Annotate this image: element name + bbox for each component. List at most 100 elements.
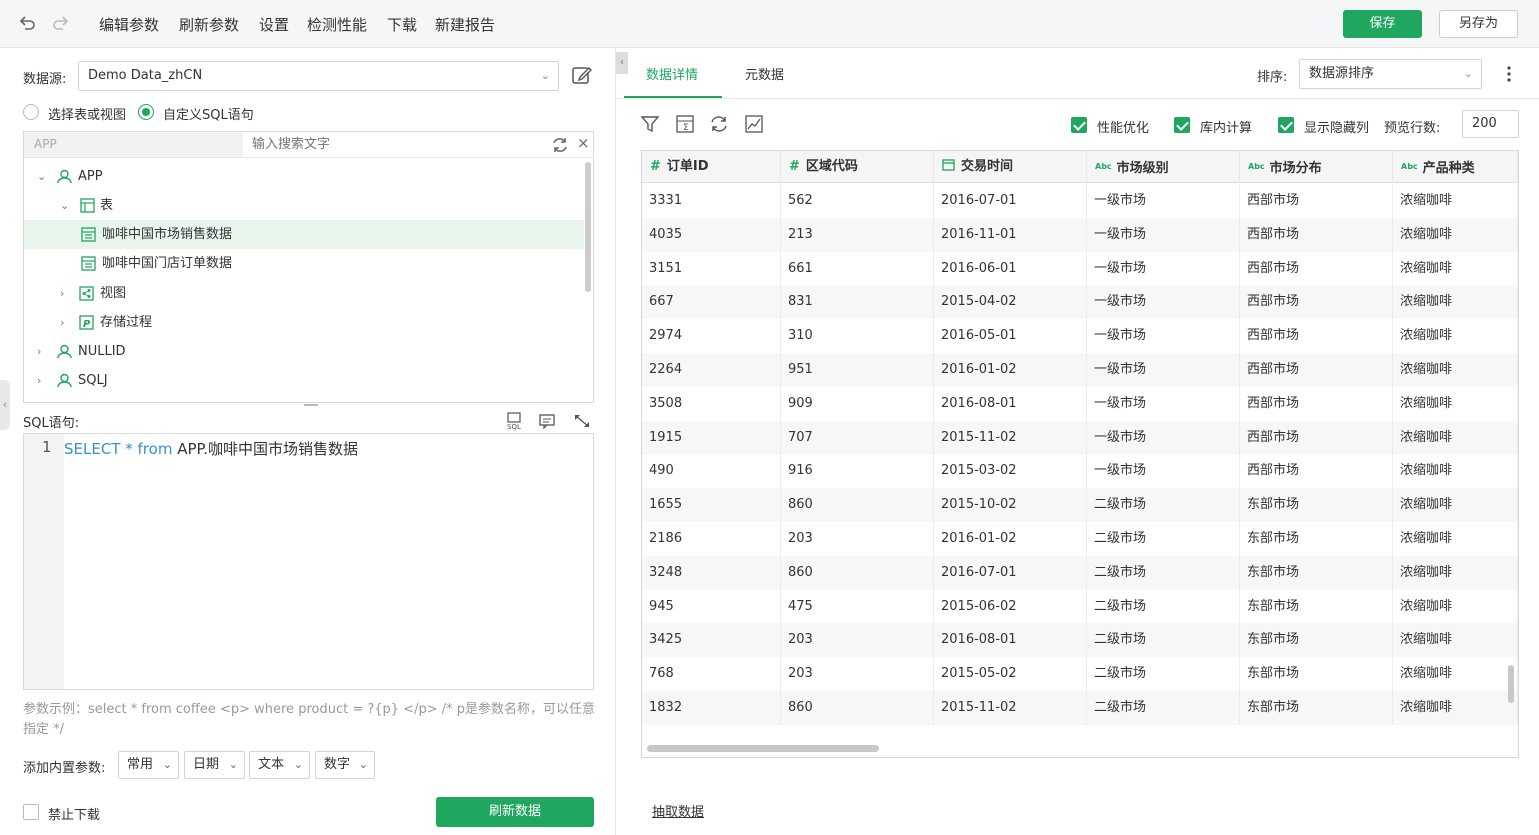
save-as-button[interactable]: 另存为 xyxy=(1439,10,1518,38)
table-row[interactable]: 1832 860 2015-11-02 二级市场 东部市场 浓缩咖啡 xyxy=(642,691,1518,725)
table-cell[interactable]: 二级市场 xyxy=(1087,623,1240,658)
table-cell[interactable]: 909 xyxy=(781,386,934,421)
table-cell[interactable]: 东部市场 xyxy=(1240,691,1393,725)
table-row[interactable]: 2264 951 2016-01-02 一级市场 西部市场 浓缩咖啡 xyxy=(642,353,1518,387)
chevron-down-icon[interactable]: ⌄ xyxy=(37,162,46,191)
table-cell[interactable]: 一级市场 xyxy=(1087,353,1240,387)
sql-editor[interactable]: 1 SELECT * from APP.咖啡中国市场销售数据 xyxy=(23,433,594,690)
redo-icon[interactable] xyxy=(50,13,72,35)
table-cell[interactable]: 2015-06-02 xyxy=(934,589,1087,624)
table-cell[interactable]: 2016-08-01 xyxy=(934,623,1087,658)
table-cell[interactable]: 667 xyxy=(642,285,781,320)
table-cell[interactable]: 2016-07-01 xyxy=(934,555,1087,590)
table-cell[interactable]: 2015-10-02 xyxy=(934,488,1087,523)
filter-icon[interactable] xyxy=(640,114,660,134)
table-row[interactable]: 4035 213 2016-11-01 一级市场 西部市场 浓缩咖啡 xyxy=(642,217,1518,252)
table-row[interactable]: 3151 661 2016-06-01 一级市场 西部市场 浓缩咖啡 xyxy=(642,251,1518,286)
table-cell[interactable]: 二级市场 xyxy=(1087,555,1240,590)
refresh-data-button[interactable]: 刷新数据 xyxy=(436,797,594,827)
refresh-icon[interactable] xyxy=(709,114,729,134)
table-cell[interactable]: 浓缩咖啡 xyxy=(1393,454,1518,489)
column-header[interactable]: Abc 市场分布 xyxy=(1240,151,1393,183)
table-cell[interactable]: 2015-11-02 xyxy=(934,691,1087,725)
column-header[interactable]: Abc 产品种类 xyxy=(1393,151,1518,183)
table-row[interactable]: 3248 860 2016-07-01 二级市场 东部市场 浓缩咖啡 xyxy=(642,555,1518,590)
table-cell[interactable]: 一级市场 xyxy=(1087,454,1240,489)
table-cell[interactable]: 2015-05-02 xyxy=(934,657,1087,692)
table-cell[interactable]: 2016-08-01 xyxy=(934,386,1087,421)
table-cell[interactable]: 西部市场 xyxy=(1240,285,1393,320)
menu-edit-params[interactable]: 编辑参数 xyxy=(99,14,159,35)
table-cell[interactable]: 2974 xyxy=(642,319,781,354)
table-cell[interactable]: 东部市场 xyxy=(1240,657,1393,692)
table-row[interactable]: 768 203 2015-05-02 二级市场 东部市场 浓缩咖啡 xyxy=(642,657,1518,692)
table-cell[interactable]: 二级市场 xyxy=(1087,488,1240,523)
table-cell[interactable]: 203 xyxy=(781,657,934,692)
table-row[interactable]: 1915 707 2015-11-02 一级市场 西部市场 浓缩咖啡 xyxy=(642,420,1518,455)
table-cell[interactable]: 二级市场 xyxy=(1087,691,1240,725)
vertical-scrollbar[interactable] xyxy=(1508,665,1514,703)
table-cell[interactable]: 3331 xyxy=(642,184,781,218)
table-cell[interactable]: 东部市场 xyxy=(1240,623,1393,658)
table-cell[interactable]: 2016-05-01 xyxy=(934,319,1087,354)
chevron-right-icon[interactable]: › xyxy=(60,279,64,308)
table-cell[interactable]: 东部市场 xyxy=(1240,555,1393,590)
table-row[interactable]: 2186 203 2016-01-02 二级市场 东部市场 浓缩咖啡 xyxy=(642,522,1518,556)
comment-icon[interactable] xyxy=(538,413,556,430)
table-cell[interactable]: 浓缩咖啡 xyxy=(1393,420,1518,455)
table-cell[interactable]: 203 xyxy=(781,522,934,556)
edit-datasource-icon[interactable] xyxy=(571,64,593,86)
tree-node-tables[interactable]: ⌄ 表 xyxy=(24,191,584,220)
menu-refresh-params[interactable]: 刷新参数 xyxy=(179,14,239,35)
table-cell[interactable]: 浓缩咖啡 xyxy=(1393,589,1518,624)
undo-icon[interactable] xyxy=(16,13,38,35)
expand-icon[interactable] xyxy=(573,413,591,429)
table-cell[interactable]: 浓缩咖啡 xyxy=(1393,217,1518,252)
table-cell[interactable]: 2016-11-01 xyxy=(934,217,1087,252)
table-cell[interactable]: 一级市场 xyxy=(1087,420,1240,455)
menu-settings[interactable]: 设置 xyxy=(259,14,289,35)
table-cell[interactable]: 东部市场 xyxy=(1240,488,1393,523)
table-row[interactable]: 1655 860 2015-10-02 二级市场 东部市场 浓缩咖啡 xyxy=(642,488,1518,523)
table-row[interactable]: 490 916 2015-03-02 一级市场 西部市场 浓缩咖啡 xyxy=(642,454,1518,489)
builtin-text-select[interactable]: 文本 ⌄ xyxy=(249,751,310,779)
table-cell[interactable]: 203 xyxy=(781,623,934,658)
table-row[interactable]: 3425 203 2016-08-01 二级市场 东部市场 浓缩咖啡 xyxy=(642,623,1518,658)
tab-metadata[interactable]: 元数据 xyxy=(745,64,784,83)
table-cell[interactable]: 西部市场 xyxy=(1240,454,1393,489)
chevron-right-icon[interactable]: › xyxy=(37,337,41,366)
table-cell[interactable]: 1915 xyxy=(642,420,781,455)
table-cell[interactable]: 一级市场 xyxy=(1087,386,1240,421)
tree-node-app[interactable]: ⌄ APP xyxy=(24,162,584,191)
table-cell[interactable]: 951 xyxy=(781,353,934,387)
table-cell[interactable]: 浓缩咖啡 xyxy=(1393,623,1518,658)
datasource-select[interactable]: Demo Data_zhCN ⌄ xyxy=(78,61,559,91)
table-cell[interactable]: 西部市场 xyxy=(1240,386,1393,421)
chevron-right-icon[interactable]: › xyxy=(60,308,64,337)
table-cell[interactable]: 浓缩咖啡 xyxy=(1393,184,1518,218)
table-row[interactable]: 945 475 2015-06-02 二级市场 东部市场 浓缩咖啡 xyxy=(642,589,1518,624)
tree-node-procedures[interactable]: › P 存储过程 xyxy=(24,308,584,337)
menu-new-report[interactable]: 新建报告 xyxy=(435,14,495,35)
table-cell[interactable]: 2015-04-02 xyxy=(934,285,1087,320)
table-cell[interactable]: 3508 xyxy=(642,386,781,421)
table-cell[interactable]: 2015-03-02 xyxy=(934,454,1087,489)
refresh-icon[interactable] xyxy=(551,136,569,154)
table-cell[interactable]: 945 xyxy=(642,589,781,624)
table-cell[interactable]: 西部市场 xyxy=(1240,420,1393,455)
table-cell[interactable]: 一级市场 xyxy=(1087,251,1240,286)
table-cell[interactable]: 浓缩咖啡 xyxy=(1393,522,1518,556)
builtin-date-select[interactable]: 日期 ⌄ xyxy=(184,751,245,779)
chart-preview-icon[interactable] xyxy=(744,114,764,134)
table-cell[interactable]: 860 xyxy=(781,555,934,590)
table-cell[interactable]: 二级市场 xyxy=(1087,657,1240,692)
table-cell[interactable]: 831 xyxy=(781,285,934,320)
table-cell[interactable]: 浓缩咖啡 xyxy=(1393,251,1518,286)
table-cell[interactable]: 一级市场 xyxy=(1087,184,1240,218)
table-cell[interactable]: 浓缩咖啡 xyxy=(1393,353,1518,387)
tree-search-input[interactable] xyxy=(252,132,532,157)
tree-node-sqlj[interactable]: › SQLJ xyxy=(24,366,584,395)
tree-scrollbar[interactable] xyxy=(585,162,591,292)
tree-node-nullid[interactable]: › NULLID xyxy=(24,337,584,366)
table-cell[interactable]: 一级市场 xyxy=(1087,217,1240,252)
